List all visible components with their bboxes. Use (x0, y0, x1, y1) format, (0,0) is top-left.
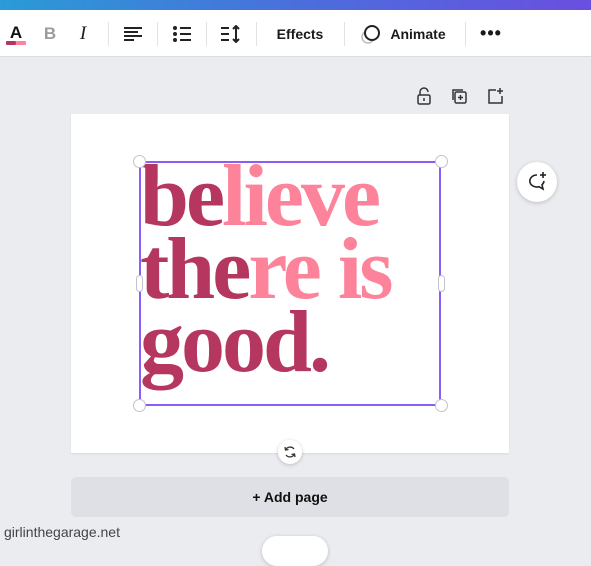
list-button[interactable] (171, 10, 193, 57)
bold-icon: B (43, 23, 57, 43)
duplicate-icon (452, 89, 467, 104)
side-handle[interactable] (136, 275, 143, 292)
comment-add-icon (529, 172, 546, 191)
resize-handle[interactable] (435, 399, 448, 412)
add-page-icon-button[interactable] (484, 85, 506, 107)
add-page-label: + Add page (252, 489, 328, 505)
italic-icon: I (79, 22, 87, 44)
resize-handle[interactable] (133, 399, 146, 412)
align-left-icon (124, 26, 142, 41)
text-color-icon: A (6, 23, 26, 45)
divider (465, 22, 466, 46)
animate-label: Animate (390, 25, 446, 42)
animate-icon (361, 24, 381, 44)
spacing-button[interactable] (219, 10, 243, 57)
effects-label: Effects (276, 25, 324, 42)
watermark: girlinthegarage.net (4, 524, 120, 540)
unlock-icon (417, 87, 431, 105)
divider (206, 22, 207, 46)
resize-handle[interactable] (435, 155, 448, 168)
italic-button[interactable]: I (73, 10, 93, 57)
lock-button[interactable] (413, 85, 435, 107)
add-comment-button[interactable] (517, 162, 557, 202)
add-page-button[interactable]: + Add page (71, 477, 509, 517)
resize-handle[interactable] (133, 155, 146, 168)
more-icon: ••• (480, 23, 502, 43)
duplicate-button[interactable] (448, 85, 470, 107)
selection-box (139, 161, 441, 406)
toolbar: A B I Effects Animate ••• (0, 10, 591, 57)
bottom-pill-button[interactable] (262, 536, 328, 566)
svg-text:A: A (10, 23, 22, 42)
top-gradient-bar (0, 0, 591, 10)
divider (344, 22, 345, 46)
effects-button[interactable]: Effects (266, 10, 334, 57)
rotate-handle[interactable] (278, 440, 302, 464)
bold-button[interactable]: B (40, 10, 60, 57)
text-color-button[interactable]: A (4, 10, 28, 57)
rotate-icon (284, 446, 296, 458)
animate-button[interactable]: Animate (356, 10, 450, 57)
divider (108, 22, 109, 46)
add-square-icon (488, 88, 503, 104)
bullet-list-icon (173, 25, 191, 42)
divider (256, 22, 257, 46)
more-button[interactable]: ••• (478, 10, 504, 57)
divider (157, 22, 158, 46)
align-button[interactable] (122, 10, 144, 57)
line-spacing-icon (221, 24, 240, 43)
side-handle[interactable] (438, 275, 445, 292)
